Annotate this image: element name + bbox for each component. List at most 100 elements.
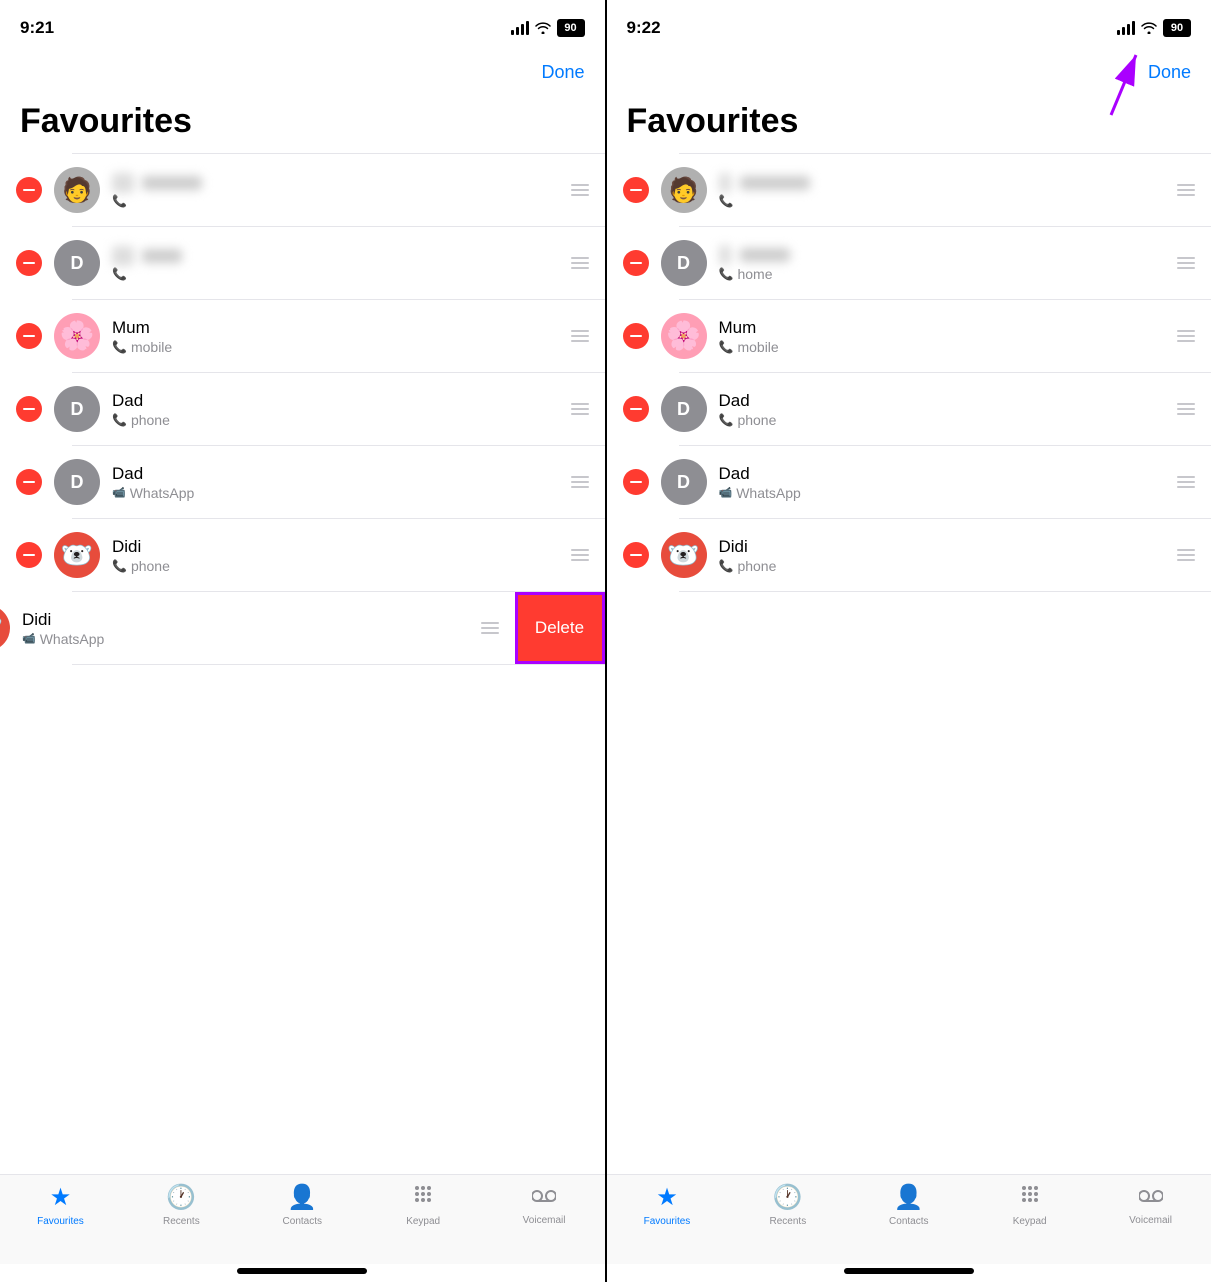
star-icon: ★ [656, 1183, 678, 1212]
item-name: Didi [719, 537, 1170, 557]
list-item: D Dad 📞 phone [0, 373, 605, 445]
list-item: 🧑 Da​​​​​​​ 📞 [0, 154, 605, 226]
tab-label: Contacts [283, 1216, 322, 1227]
delete-minus-btn[interactable] [16, 542, 42, 568]
item-info: Didi 📞 phone [719, 537, 1170, 574]
reorder-handle[interactable] [1177, 476, 1195, 488]
battery-left: 90 [557, 19, 585, 37]
swiped-list-item: 🐻‍❄️ Didi 📹 WhatsApp Delete [0, 592, 605, 664]
done-button-left[interactable]: Done [541, 62, 584, 83]
reorder-handle[interactable] [571, 330, 589, 342]
delete-button[interactable]: Delete [515, 592, 605, 664]
done-button-right[interactable]: Done [1148, 62, 1191, 83]
avatar: 🌸 [661, 313, 707, 359]
tab-favourites-left[interactable]: ★ Favourites [0, 1183, 121, 1227]
phone-icon: 📞 [719, 194, 734, 208]
item-sub-label: phone [737, 412, 776, 428]
reorder-handle[interactable] [571, 184, 589, 196]
delete-minus-btn[interactable] [16, 250, 42, 276]
delete-minus-btn[interactable] [16, 323, 42, 349]
item-name: Dad [112, 391, 563, 411]
voicemail-icon [1139, 1183, 1163, 1211]
item-info: Da​​ 📞 [112, 246, 563, 281]
reorder-handle[interactable] [1177, 257, 1195, 269]
tab-label: Keypad [1013, 1216, 1047, 1227]
item-sub-label: WhatsApp [736, 485, 801, 501]
delete-minus-btn[interactable] [623, 250, 649, 276]
wifi-icon-right [1141, 22, 1157, 34]
tab-keypad-left[interactable]: Keypad [363, 1183, 484, 1227]
tab-bar-left: ★ Favourites 🕐 Recents 👤 Contacts [0, 1174, 605, 1264]
reorder-handle[interactable] [571, 549, 589, 561]
list-item: D Dad 📹 WhatsApp [607, 446, 1211, 518]
avatar: 🧑 [661, 167, 707, 213]
delete-minus-btn[interactable] [623, 469, 649, 495]
phone-icon: 📞 [112, 267, 127, 281]
tab-label: Keypad [406, 1216, 440, 1227]
item-sub: 📞 phone [719, 412, 1170, 428]
tab-keypad-right[interactable]: Keypad [969, 1183, 1090, 1227]
left-panel: 9:21 90 Done Favourites 🧑 [0, 0, 605, 1282]
item-sub: 📞 home [719, 266, 1170, 282]
avatar: 🐻‍❄️ [54, 532, 100, 578]
item-info: Dad 📞 phone [112, 391, 563, 428]
phone-icon: 📞 [112, 413, 127, 427]
item-sub-label: phone [131, 558, 170, 574]
tab-voicemail-right[interactable]: Voicemail [1090, 1183, 1211, 1226]
reorder-handle[interactable] [1177, 330, 1195, 342]
item-sub-label: phone [131, 412, 170, 428]
phone-icon: 📞 [719, 413, 734, 427]
reorder-handle[interactable] [1177, 549, 1195, 561]
avatar: 🌸 [54, 313, 100, 359]
avatar: 🐻‍❄️ [661, 532, 707, 578]
panel-header-right: Done [607, 50, 1211, 94]
item-name: Didi [112, 537, 563, 557]
delete-minus-btn[interactable] [623, 323, 649, 349]
item-name: Didi [22, 610, 473, 630]
tab-recents-right[interactable]: 🕐 Recents [727, 1183, 848, 1227]
delete-minus-btn[interactable] [623, 396, 649, 422]
item-info: D​ 📞 home [719, 245, 1170, 282]
tab-voicemail-left[interactable]: Voicemail [484, 1183, 605, 1226]
panel-header-left: Done [0, 50, 605, 94]
delete-minus-btn[interactable] [16, 469, 42, 495]
status-bar-right: 9:22 90 [607, 0, 1211, 50]
panel-title-right: Favourites [607, 94, 1211, 153]
item-info: Mum 📞 mobile [719, 318, 1170, 355]
recents-icon: 🕐 [166, 1183, 196, 1212]
delete-minus-btn[interactable] [16, 177, 42, 203]
tab-contacts-right[interactable]: 👤 Contacts [848, 1183, 969, 1227]
delete-minus-btn[interactable] [16, 396, 42, 422]
phone-icon: 📞 [719, 267, 734, 281]
item-info: Dad 📞 phone [719, 391, 1170, 428]
item-sub: 📹 WhatsApp [112, 485, 563, 501]
signal-icon-right [1117, 21, 1135, 35]
phone-icon: 📞 [112, 340, 127, 354]
item-sub-label: WhatsApp [40, 631, 105, 647]
reorder-handle[interactable] [481, 622, 499, 634]
reorder-handle[interactable] [571, 257, 589, 269]
tab-bar-right: ★ Favourites 🕐 Recents 👤 Contacts [607, 1174, 1211, 1264]
item-sub: 📹 WhatsApp [22, 631, 473, 647]
video-icon: 📹 [112, 486, 126, 499]
tab-recents-left[interactable]: 🕐 Recents [121, 1183, 242, 1227]
delete-minus-btn[interactable] [623, 542, 649, 568]
keypad-icon [1019, 1183, 1041, 1212]
reorder-handle[interactable] [1177, 184, 1195, 196]
reorder-handle[interactable] [571, 403, 589, 415]
item-name: Da​​ [112, 246, 563, 266]
reorder-handle[interactable] [1177, 403, 1195, 415]
item-name: D​​ [719, 173, 1170, 193]
tab-contacts-left[interactable]: 👤 Contacts [242, 1183, 363, 1227]
tab-favourites-right[interactable]: ★ Favourites [607, 1183, 728, 1227]
home-indicator-right [844, 1268, 974, 1274]
panel-title-left: Favourites [0, 94, 605, 153]
list-item: 🌸 Mum 📞 mobile [607, 300, 1211, 372]
favourites-title-right: Favourites [627, 102, 1192, 141]
delete-minus-btn[interactable] [623, 177, 649, 203]
time-left: 9:21 [20, 18, 54, 38]
list-item: 🧑 D​​ 📞 [607, 154, 1211, 226]
item-info: Mum 📞 mobile [112, 318, 563, 355]
reorder-handle[interactable] [571, 476, 589, 488]
list-item: 🐻‍❄️ Didi 📞 phone [0, 519, 605, 591]
